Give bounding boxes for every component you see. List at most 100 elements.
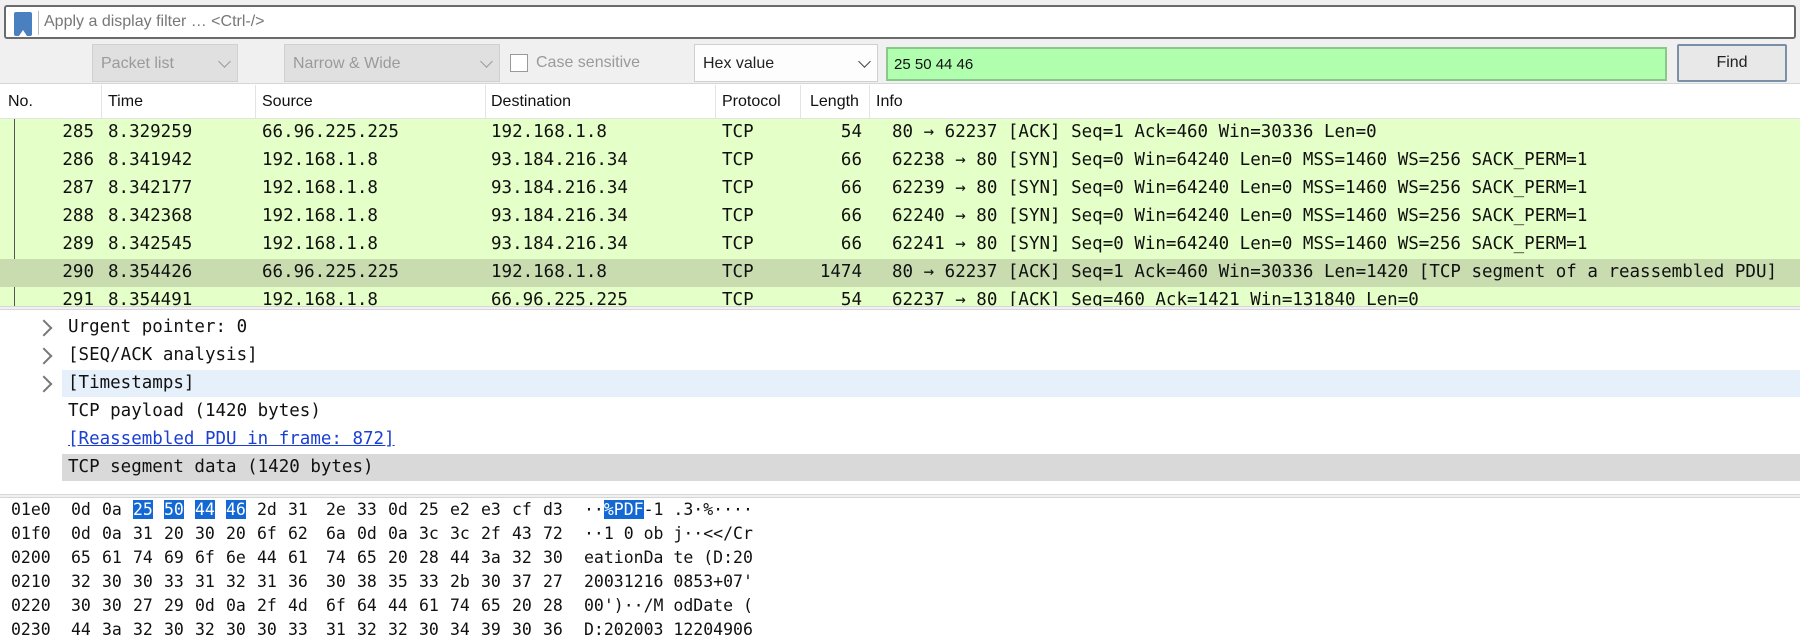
- hex-byte[interactable]: 30: [481, 572, 501, 591]
- hex-byte[interactable]: d3: [543, 500, 563, 519]
- ascii-text[interactable]: ··%PDF-1 .3·%····: [584, 500, 753, 519]
- expand-arrow-icon[interactable]: [35, 319, 53, 337]
- hex-byte[interactable]: e3: [481, 500, 501, 519]
- col-header-protocol[interactable]: Protocol: [722, 93, 781, 111]
- hex-byte[interactable]: 30: [326, 572, 346, 591]
- col-header-time[interactable]: Time: [108, 93, 143, 111]
- hex-byte[interactable]: 33: [164, 572, 184, 591]
- ascii-text[interactable]: ··1 0 ob j··<</Cr: [584, 524, 753, 543]
- column-divider[interactable]: [101, 85, 102, 119]
- column-divider[interactable]: [255, 85, 256, 119]
- hex-byte[interactable]: 3a: [481, 548, 501, 567]
- hex-byte[interactable]: 34: [450, 620, 470, 638]
- hex-byte[interactable]: 6f: [195, 548, 215, 567]
- ascii-text[interactable]: eationDa te (D:20: [584, 548, 753, 567]
- hex-byte[interactable]: e2: [450, 500, 470, 519]
- col-header-info[interactable]: Info: [876, 93, 903, 111]
- hex-byte[interactable]: 37: [512, 572, 532, 591]
- hex-byte[interactable]: 50: [164, 500, 184, 519]
- hex-byte[interactable]: 0a: [388, 524, 408, 543]
- hex-byte[interactable]: cf: [512, 500, 532, 519]
- hex-byte[interactable]: 3c: [419, 524, 439, 543]
- hex-byte[interactable]: 44: [450, 548, 470, 567]
- hex-byte[interactable]: 61: [288, 548, 308, 567]
- col-header-destination[interactable]: Destination: [491, 93, 571, 111]
- hex-byte[interactable]: 33: [419, 572, 439, 591]
- packet-row[interactable]: 290 8.354426 66.96.225.225 192.168.1.8 TCP 14…: [0, 259, 1800, 287]
- hex-byte[interactable]: 32: [388, 620, 408, 638]
- column-divider[interactable]: [485, 85, 486, 119]
- hex-byte[interactable]: 36: [543, 620, 563, 638]
- find-button[interactable]: Find: [1677, 44, 1787, 82]
- ascii-text[interactable]: 00')··/M odDate (: [584, 596, 753, 615]
- hex-byte[interactable]: 3c: [450, 524, 470, 543]
- detail-urgent-pointer[interactable]: Urgent pointer: 0: [62, 314, 1800, 341]
- hex-byte[interactable]: 61: [102, 548, 122, 567]
- search-in-dropdown[interactable]: Packet list: [92, 44, 238, 82]
- hex-byte[interactable]: 74: [133, 548, 153, 567]
- hex-byte[interactable]: 31: [288, 500, 308, 519]
- hex-byte[interactable]: 44: [71, 620, 91, 638]
- detail-timestamps[interactable]: [Timestamps]: [62, 370, 1800, 397]
- packet-row[interactable]: 285 8.329259 66.96.225.225 192.168.1.8 TCP 54…: [0, 119, 1800, 147]
- hex-byte[interactable]: 0d: [357, 524, 377, 543]
- hex-byte[interactable]: 33: [357, 500, 377, 519]
- hex-byte[interactable]: 0d: [71, 524, 91, 543]
- hex-byte[interactable]: 32: [226, 572, 246, 591]
- hex-byte[interactable]: 27: [133, 596, 153, 615]
- hex-byte[interactable]: 27: [543, 572, 563, 591]
- packet-row[interactable]: 287 8.342177 192.168.1.8 93.184.216.34 TCP 66…: [0, 175, 1800, 203]
- col-header-source[interactable]: Source: [262, 93, 313, 111]
- hex-byte[interactable]: 30: [164, 620, 184, 638]
- hex-byte[interactable]: 36: [288, 572, 308, 591]
- hex-byte[interactable]: 6e: [226, 548, 246, 567]
- hex-byte[interactable]: 31: [195, 572, 215, 591]
- bookmark-icon[interactable]: [14, 12, 32, 36]
- hex-byte[interactable]: 30: [226, 620, 246, 638]
- hex-byte[interactable]: 0a: [226, 596, 246, 615]
- col-header-length[interactable]: Length: [810, 93, 859, 111]
- hex-byte[interactable]: 30: [543, 548, 563, 567]
- hex-byte[interactable]: 33: [288, 620, 308, 638]
- hex-byte[interactable]: 20: [164, 524, 184, 543]
- hex-byte[interactable]: 64: [357, 596, 377, 615]
- packet-row[interactable]: 289 8.342545 192.168.1.8 93.184.216.34 TCP 66…: [0, 231, 1800, 259]
- hex-byte[interactable]: 30: [133, 572, 153, 591]
- hex-byte[interactable]: 74: [450, 596, 470, 615]
- hex-byte[interactable]: 31: [326, 620, 346, 638]
- hex-byte[interactable]: 25: [133, 500, 153, 519]
- expand-arrow-icon[interactable]: [35, 347, 53, 365]
- pane-splitter[interactable]: [0, 306, 1800, 310]
- detail-tcp-payload[interactable]: TCP payload (1420 bytes): [62, 398, 1800, 425]
- hex-byte[interactable]: 39: [481, 620, 501, 638]
- hex-byte[interactable]: 44: [388, 596, 408, 615]
- hex-byte[interactable]: 32: [71, 572, 91, 591]
- hex-byte[interactable]: 30: [419, 620, 439, 638]
- expand-arrow-icon[interactable]: [35, 375, 53, 393]
- hex-byte[interactable]: 30: [102, 572, 122, 591]
- hex-byte[interactable]: 31: [257, 572, 277, 591]
- hex-byte[interactable]: 2f: [481, 524, 501, 543]
- detail-tcp-segment-data[interactable]: TCP segment data (1420 bytes): [62, 454, 1800, 481]
- hex-byte[interactable]: 65: [481, 596, 501, 615]
- hex-byte[interactable]: 69: [164, 548, 184, 567]
- hex-byte[interactable]: 61: [419, 596, 439, 615]
- hex-byte[interactable]: 32: [512, 548, 532, 567]
- case-sensitive-checkbox[interactable]: [510, 54, 528, 72]
- hex-byte[interactable]: 74: [326, 548, 346, 567]
- hex-byte[interactable]: 2d: [257, 500, 277, 519]
- ascii-text[interactable]: 20031216 0853+07': [584, 572, 753, 591]
- find-search-input[interactable]: [886, 47, 1667, 81]
- hex-byte[interactable]: 31: [133, 524, 153, 543]
- hex-byte[interactable]: 30: [512, 620, 532, 638]
- hex-byte[interactable]: 6a: [326, 524, 346, 543]
- packet-row[interactable]: 291 8.354491 192.168.1.8 66.96.225.225 TCP 54…: [0, 287, 1800, 306]
- hex-byte[interactable]: 2f: [257, 596, 277, 615]
- hex-byte[interactable]: 44: [195, 500, 215, 519]
- detail-reassembled-pdu-link[interactable]: [Reassembled PDU in frame: 872]: [62, 426, 1800, 453]
- hex-byte[interactable]: 46: [226, 500, 246, 519]
- hex-byte[interactable]: 65: [71, 548, 91, 567]
- hex-byte[interactable]: 65: [357, 548, 377, 567]
- hex-byte[interactable]: 35: [388, 572, 408, 591]
- hex-byte[interactable]: 62: [288, 524, 308, 543]
